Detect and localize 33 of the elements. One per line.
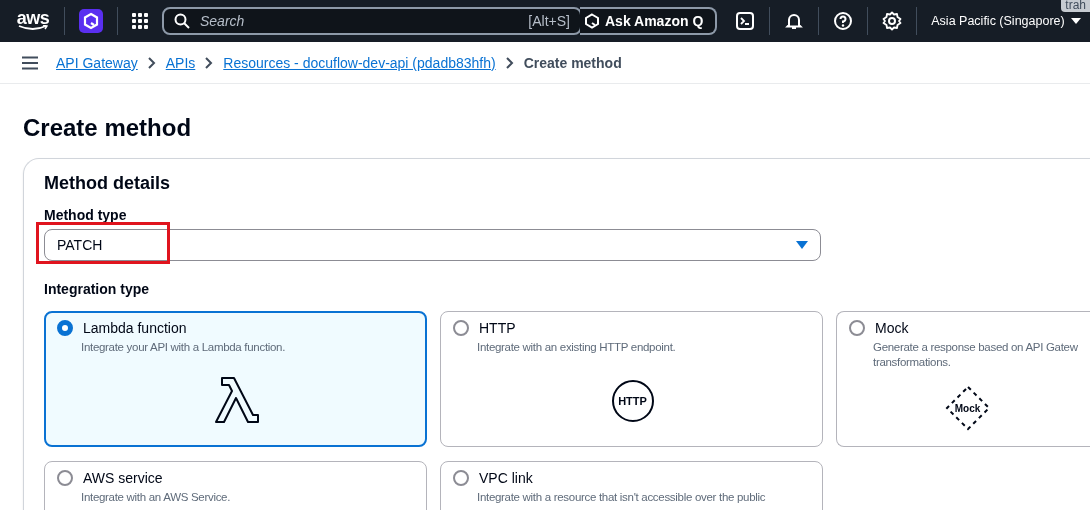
search-input[interactable]: Search <box>198 12 521 30</box>
aws-logo[interactable]: aws <box>16 11 50 31</box>
page-title: Create method <box>23 114 193 142</box>
option-description: Integrate with a resource that isn't accessible over the public <box>477 490 767 505</box>
option-title: AWS service <box>83 470 163 486</box>
integration-option-card[interactable]: Mock Generate a response based on API Gatew transformations. Mock <box>836 311 1090 447</box>
integration-option-card[interactable]: AWS service Integrate with an AWS Service. <box>44 461 427 510</box>
section-title: Method details <box>44 173 171 194</box>
option-title: Lambda function <box>83 320 187 336</box>
field-label: Method type <box>44 207 127 223</box>
integration-option-card[interactable]: VPC link Integrate with a resource that isn't accessible over the public <box>440 461 823 510</box>
corner-tag: trah <box>1061 0 1090 12</box>
http-icon: HTTP <box>611 379 654 422</box>
breadcrumb-link[interactable]: API Gateway <box>56 54 138 71</box>
option-title: HTTP <box>479 320 516 336</box>
breadcrumb-link[interactable]: Resources - docuflow-dev-api (pdadb83hfh) <box>223 54 496 71</box>
integration-option-card[interactable]: Lambda function Integrate your API with a Lambda function. <box>44 311 427 447</box>
shortcut-hint: [Alt+S] <box>528 13 570 29</box>
option-description: Integrate with an AWS Service. <box>81 490 232 505</box>
option-description: Generate a response based on API Gatew transformations. <box>873 340 1079 370</box>
option-description: Integrate with an existing HTTP endpoint. <box>477 340 677 355</box>
breadcrumb-link[interactable]: APIs <box>165 54 196 71</box>
region-selector[interactable]: Asia Pacific (Singapore) <box>931 14 1081 28</box>
ask-amazon-q-button[interactable]: Ask Amazon Q <box>580 7 718 35</box>
breadcrumb-current: Create method <box>523 54 622 71</box>
mock-diamond-icon: Mock <box>944 385 991 431</box>
method-type-select[interactable]: PATCH <box>44 229 821 261</box>
option-title: VPC link <box>479 470 533 486</box>
option-description: Integrate your API with a Lambda function. <box>81 340 287 355</box>
search-bar[interactable]: Search [Alt+S] <box>162 7 582 35</box>
field-label: Integration type <box>44 281 149 297</box>
option-title: Mock <box>875 320 909 336</box>
integration-option-card[interactable]: HTTP Integrate with an existing HTTP endpoint. HTTP <box>440 311 823 447</box>
